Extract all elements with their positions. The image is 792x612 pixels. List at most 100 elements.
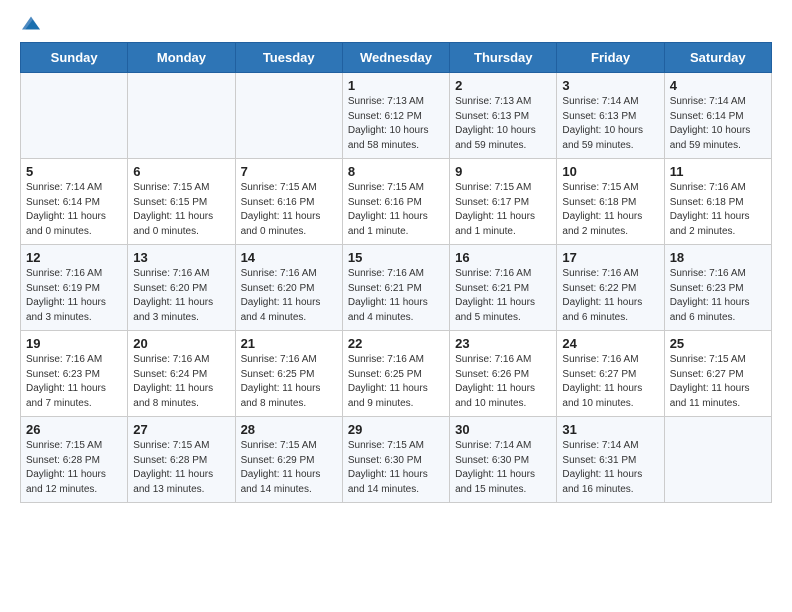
day-info: Sunrise: 7:15 AM Sunset: 6:28 PM Dayligh… (133, 439, 229, 497)
day-number: 14 (241, 250, 337, 265)
day-info: Sunrise: 7:16 AM Sunset: 6:21 PM Dayligh… (348, 267, 444, 325)
day-number: 18 (670, 250, 766, 265)
day-info: Sunrise: 7:15 AM Sunset: 6:17 PM Dayligh… (455, 181, 551, 239)
calendar-week-row: 5 Sunrise: 7:14 AM Sunset: 6:14 PM Daylig… (21, 159, 772, 245)
day-info: Sunrise: 7:16 AM Sunset: 6:22 PM Dayligh… (562, 267, 658, 325)
weekday-header-friday: Friday (557, 43, 664, 73)
day-info: Sunrise: 7:16 AM Sunset: 6:23 PM Dayligh… (26, 353, 122, 411)
calendar-table: SundayMondayTuesdayWednesdayThursdayFrid… (20, 42, 772, 503)
calendar-cell: 16Sunrise: 7:16 AM Sunset: 6:21 PM Dayli… (450, 245, 557, 331)
calendar-cell (128, 73, 235, 159)
day-info: Sunrise: 7:16 AM Sunset: 6:23 PM Dayligh… (670, 267, 766, 325)
calendar-cell: 23Sunrise: 7:16 AM Sunset: 6:26 PM Dayli… (450, 331, 557, 417)
day-info: Sunrise: 7:14 AM Sunset: 6:14 PM Dayligh… (26, 181, 122, 239)
calendar-cell: 25 Sunrise: 7:15 AM Sunset: 6:27 PM Dayli… (664, 331, 771, 417)
day-number: 9 (455, 164, 551, 179)
day-info: Sunrise: 7:15 AM Sunset: 6:27 PM Dayligh… (670, 353, 766, 411)
calendar-cell: 20 Sunrise: 7:16 AM Sunset: 6:24 PM Dayli… (128, 331, 235, 417)
day-number: 8 (348, 164, 444, 179)
weekday-header-sunday: Sunday (21, 43, 128, 73)
day-info: Sunrise: 7:15 AM Sunset: 6:16 PM Dayligh… (348, 181, 444, 239)
day-info: Sunrise: 7:16 AM Sunset: 6:25 PM Dayligh… (348, 353, 444, 411)
calendar-cell: 1Sunrise: 7:13 AM Sunset: 6:12 PM Daylig… (342, 73, 449, 159)
day-number: 13 (133, 250, 229, 265)
day-number: 25 (670, 336, 766, 351)
day-number: 11 (670, 164, 766, 179)
day-number: 12 (26, 250, 122, 265)
calendar-cell: 31 Sunrise: 7:14 AM Sunset: 6:31 PM Dayli… (557, 417, 664, 503)
day-number: 21 (241, 336, 337, 351)
weekday-header-monday: Monday (128, 43, 235, 73)
day-number: 3 (562, 78, 658, 93)
calendar-cell: 18 Sunrise: 7:16 AM Sunset: 6:23 PM Dayli… (664, 245, 771, 331)
calendar-cell: 6 Sunrise: 7:15 AM Sunset: 6:15 PM Daylig… (128, 159, 235, 245)
day-number: 5 (26, 164, 122, 179)
calendar-cell: 3 Sunrise: 7:14 AM Sunset: 6:13 PM Daylig… (557, 73, 664, 159)
day-info: Sunrise: 7:15 AM Sunset: 6:15 PM Dayligh… (133, 181, 229, 239)
day-info: Sunrise: 7:15 AM Sunset: 6:18 PM Dayligh… (562, 181, 658, 239)
calendar-cell: 28Sunrise: 7:15 AM Sunset: 6:29 PM Dayli… (235, 417, 342, 503)
day-number: 10 (562, 164, 658, 179)
day-info: Sunrise: 7:14 AM Sunset: 6:14 PM Dayligh… (670, 95, 766, 153)
weekday-header-saturday: Saturday (664, 43, 771, 73)
calendar-week-row: 12 Sunrise: 7:16 AM Sunset: 6:19 PM Dayli… (21, 245, 772, 331)
day-number: 28 (241, 422, 337, 437)
calendar-cell: 14 Sunrise: 7:16 AM Sunset: 6:20 PM Dayli… (235, 245, 342, 331)
day-number: 31 (562, 422, 658, 437)
calendar-cell: 4 Sunrise: 7:14 AM Sunset: 6:14 PM Daylig… (664, 73, 771, 159)
calendar-cell: 29 Sunrise: 7:15 AM Sunset: 6:30 PM Dayli… (342, 417, 449, 503)
day-info: Sunrise: 7:16 AM Sunset: 6:20 PM Dayligh… (133, 267, 229, 325)
day-info: Sunrise: 7:16 AM Sunset: 6:20 PM Dayligh… (241, 267, 337, 325)
calendar-cell: 30 Sunrise: 7:14 AM Sunset: 6:30 PM Dayli… (450, 417, 557, 503)
day-info: Sunrise: 7:15 AM Sunset: 6:30 PM Dayligh… (348, 439, 444, 497)
calendar-cell: 24 Sunrise: 7:16 AM Sunset: 6:27 PM Dayli… (557, 331, 664, 417)
day-number: 19 (26, 336, 122, 351)
logo (20, 16, 40, 32)
calendar-cell: 22Sunrise: 7:16 AM Sunset: 6:25 PM Dayli… (342, 331, 449, 417)
day-number: 20 (133, 336, 229, 351)
weekday-header-wednesday: Wednesday (342, 43, 449, 73)
day-number: 7 (241, 164, 337, 179)
day-info: Sunrise: 7:16 AM Sunset: 6:25 PM Dayligh… (241, 353, 337, 411)
calendar-cell: 15 Sunrise: 7:16 AM Sunset: 6:21 PM Dayli… (342, 245, 449, 331)
day-info: Sunrise: 7:14 AM Sunset: 6:13 PM Dayligh… (562, 95, 658, 153)
calendar-cell (21, 73, 128, 159)
day-number: 6 (133, 164, 229, 179)
weekday-header-row: SundayMondayTuesdayWednesdayThursdayFrid… (21, 43, 772, 73)
day-info: Sunrise: 7:13 AM Sunset: 6:13 PM Dayligh… (455, 95, 551, 153)
day-info: Sunrise: 7:16 AM Sunset: 6:24 PM Dayligh… (133, 353, 229, 411)
day-info: Sunrise: 7:14 AM Sunset: 6:30 PM Dayligh… (455, 439, 551, 497)
day-info: Sunrise: 7:15 AM Sunset: 6:16 PM Dayligh… (241, 181, 337, 239)
day-number: 24 (562, 336, 658, 351)
day-number: 2 (455, 78, 551, 93)
day-number: 26 (26, 422, 122, 437)
calendar-cell: 7 Sunrise: 7:15 AM Sunset: 6:16 PM Daylig… (235, 159, 342, 245)
day-info: Sunrise: 7:15 AM Sunset: 6:28 PM Dayligh… (26, 439, 122, 497)
calendar-cell: 10 Sunrise: 7:15 AM Sunset: 6:18 PM Dayli… (557, 159, 664, 245)
calendar-cell (664, 417, 771, 503)
day-info: Sunrise: 7:16 AM Sunset: 6:19 PM Dayligh… (26, 267, 122, 325)
day-number: 17 (562, 250, 658, 265)
calendar-cell: 12 Sunrise: 7:16 AM Sunset: 6:19 PM Dayli… (21, 245, 128, 331)
calendar-cell: 13 Sunrise: 7:16 AM Sunset: 6:20 PM Dayli… (128, 245, 235, 331)
day-number: 15 (348, 250, 444, 265)
day-number: 30 (455, 422, 551, 437)
calendar-cell (235, 73, 342, 159)
day-number: 29 (348, 422, 444, 437)
day-info: Sunrise: 7:16 AM Sunset: 6:18 PM Dayligh… (670, 181, 766, 239)
calendar-cell: 9 Sunrise: 7:15 AM Sunset: 6:17 PM Daylig… (450, 159, 557, 245)
calendar-cell: 11 Sunrise: 7:16 AM Sunset: 6:18 PM Dayli… (664, 159, 771, 245)
page: SundayMondayTuesdayWednesdayThursdayFrid… (0, 0, 792, 612)
day-number: 16 (455, 250, 551, 265)
day-number: 4 (670, 78, 766, 93)
day-info: Sunrise: 7:16 AM Sunset: 6:27 PM Dayligh… (562, 353, 658, 411)
day-number: 23 (455, 336, 551, 351)
day-info: Sunrise: 7:14 AM Sunset: 6:31 PM Dayligh… (562, 439, 658, 497)
weekday-header-thursday: Thursday (450, 43, 557, 73)
header (20, 16, 772, 32)
calendar-cell: 2 Sunrise: 7:13 AM Sunset: 6:13 PM Daylig… (450, 73, 557, 159)
calendar-cell: 17 Sunrise: 7:16 AM Sunset: 6:22 PM Dayli… (557, 245, 664, 331)
calendar-cell: 5 Sunrise: 7:14 AM Sunset: 6:14 PM Daylig… (21, 159, 128, 245)
calendar-cell: 8 Sunrise: 7:15 AM Sunset: 6:16 PM Daylig… (342, 159, 449, 245)
day-number: 1 (348, 78, 444, 93)
